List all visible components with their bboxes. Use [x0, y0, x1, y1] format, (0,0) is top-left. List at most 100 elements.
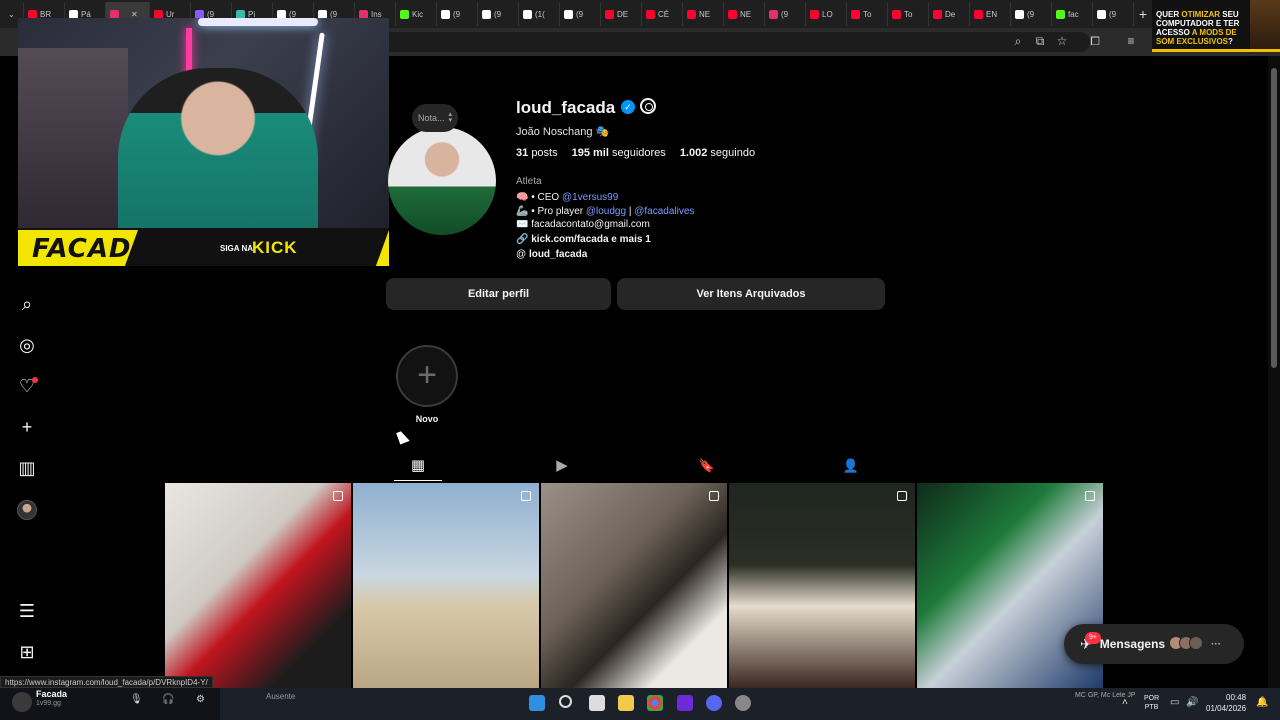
new-highlight-label: Novo: [415, 414, 439, 424]
notifications-icon[interactable]: 🔔: [1256, 697, 1268, 708]
posts-grid-icon[interactable]: ▦: [408, 456, 428, 476]
bio-threads-link[interactable]: @ loud_facada: [516, 249, 587, 260]
task-view-icon[interactable]: [589, 695, 605, 711]
windows-start-icon[interactable]: [529, 695, 545, 711]
tab-title: To: [904, 9, 913, 19]
bookmark-star-icon[interactable]: ☆: [1054, 33, 1070, 49]
tab-favicon-icon: [400, 9, 409, 19]
profile-avatar-icon[interactable]: [17, 500, 37, 520]
browser-tab[interactable]: De: [929, 2, 970, 26]
tab-favicon-icon: [1015, 9, 1024, 19]
volume-icon[interactable]: 🔊: [1186, 697, 1198, 708]
bio-email: ✉️ facadacontato@gmail.com: [516, 219, 650, 230]
menu-icon[interactable]: ☰: [16, 600, 38, 622]
bio-external-link[interactable]: 🔗 kick.com/facada e mais 1: [516, 234, 651, 245]
taskbar-search-icon[interactable]: [559, 695, 572, 708]
following-stat[interactable]: 1.002 seguindo: [680, 147, 755, 159]
tab-favicon-icon: [728, 9, 737, 19]
note-bubble[interactable]: Nota... ▴ ▾: [412, 104, 458, 132]
banner-brand-text: FACADA: [32, 234, 153, 264]
tab-title: (9: [1109, 9, 1117, 19]
browser-tab[interactable]: (9: [1093, 2, 1134, 26]
browser-tab[interactable]: CÉ: [642, 2, 683, 26]
bio-mention-link[interactable]: @loudgg: [586, 206, 626, 217]
post-thumbnail[interactable]: [541, 483, 727, 688]
discord-avatar[interactable]: [12, 692, 32, 712]
tab-favicon-icon: [605, 9, 614, 19]
discord-settings-gear-icon[interactable]: ⚙: [196, 694, 205, 705]
browser-tab[interactable]: (9: [478, 2, 519, 26]
tab-favicon-icon: [523, 9, 532, 19]
system-clock[interactable]: 00:48 01/04/2026: [1206, 692, 1246, 714]
microphone-icon[interactable]: 🎙: [130, 694, 143, 705]
tab-title: NE: [740, 9, 752, 19]
new-tab-button[interactable]: +: [1134, 6, 1152, 22]
zoom-icon[interactable]: ⌕: [1010, 33, 1026, 49]
language-indicator[interactable]: POR PTB: [1144, 694, 1159, 712]
new-highlight-plus-icon[interactable]: +: [396, 345, 458, 407]
ad-text: QUER OTIMIZAR SEU COMPUTADOR E TER ACESS…: [1156, 10, 1240, 46]
bio-line: 🧠 • CEO @1versus99: [516, 192, 619, 203]
edit-profile-button[interactable]: Editar perfil: [386, 278, 611, 310]
network-icon[interactable]: ▭: [1170, 697, 1179, 708]
browser-tab[interactable]: (9: [765, 2, 806, 26]
tab-title: (9: [781, 9, 789, 19]
browser-tab[interactable]: DE: [601, 2, 642, 26]
browser-tab[interactable]: (1(: [519, 2, 560, 26]
tray-chevron-icon[interactable]: ˄: [1122, 697, 1128, 708]
post-thumbnail[interactable]: [165, 483, 351, 688]
followers-stat[interactable]: 195 mil seguidores: [572, 147, 666, 159]
browser-tab[interactable]: (9: [1011, 2, 1052, 26]
browser-tab[interactable]: (9: [437, 2, 478, 26]
post-thumbnail[interactable]: [353, 483, 539, 688]
nzxt-icon[interactable]: [677, 695, 693, 711]
mouse-cursor-icon: [396, 429, 410, 445]
explore-compass-icon[interactable]: ◎: [16, 334, 38, 356]
reading-list-icon[interactable]: ≡: [1123, 33, 1139, 49]
settings-app-icon[interactable]: [735, 695, 751, 711]
extensions-icon[interactable]: ⧠: [1087, 33, 1103, 49]
tagged-user-icon[interactable]: 👤: [841, 456, 861, 476]
active-tab-indicator: [394, 480, 442, 481]
verified-badge-icon: ✓: [621, 100, 635, 114]
headphones-icon[interactable]: 🎧: [162, 694, 174, 705]
file-explorer-icon[interactable]: [618, 695, 634, 711]
messages-avatars: [1169, 635, 1204, 653]
browser-tab[interactable]: fac: [1052, 2, 1093, 26]
dashboard-icon[interactable]: ▥: [16, 457, 38, 479]
browser-tab[interactable]: To: [847, 2, 888, 26]
chrome-icon[interactable]: [647, 695, 663, 711]
browser-tab[interactable]: NE: [683, 2, 724, 26]
tab-favicon-icon: [564, 9, 573, 19]
discord-user-panel: [0, 688, 220, 720]
browser-tab[interactable]: NE: [724, 2, 765, 26]
also-from-meta-icon[interactable]: ⊞: [16, 641, 38, 663]
saved-bookmark-icon[interactable]: 🔖: [697, 456, 717, 476]
messages-button[interactable]: ✈ Mensagens ···: [1064, 624, 1244, 664]
scrollbar-thumb[interactable]: [1271, 68, 1277, 368]
profile-username: loud_facada: [516, 98, 616, 117]
settings-gear-icon[interactable]: [640, 98, 656, 114]
browser-tab[interactable]: (9: [560, 2, 601, 26]
browser-tab[interactable]: EN: [970, 2, 1011, 26]
cast-icon[interactable]: ⧉: [1032, 33, 1048, 49]
bio-mention-link[interactable]: @1versus99: [562, 192, 618, 203]
tab-favicon-icon: [646, 9, 655, 19]
profile-avatar[interactable]: [388, 127, 496, 235]
browser-tab[interactable]: Kic: [396, 2, 437, 26]
create-plus-icon[interactable]: +: [16, 416, 38, 438]
link-icon: 🔗: [516, 234, 529, 245]
discord-username: Facada: [36, 689, 68, 699]
webcam-banner: FACADA SIGA NA KICK: [18, 228, 389, 266]
post-thumbnail[interactable]: [729, 483, 915, 688]
archived-items-button[interactable]: Ver Itens Arquivados: [617, 278, 885, 310]
discord-icon[interactable]: [706, 695, 722, 711]
messages-label: Mensagens: [1099, 637, 1166, 651]
browser-tab[interactable]: LO: [806, 2, 847, 26]
bio-mention-link[interactable]: @facadalives: [634, 206, 694, 217]
tab-title: De: [945, 9, 956, 19]
address-bar[interactable]: [370, 32, 1090, 52]
browser-tab[interactable]: To: [888, 2, 929, 26]
search-icon[interactable]: ⌕: [16, 293, 38, 315]
reels-icon[interactable]: ▶: [552, 456, 572, 476]
